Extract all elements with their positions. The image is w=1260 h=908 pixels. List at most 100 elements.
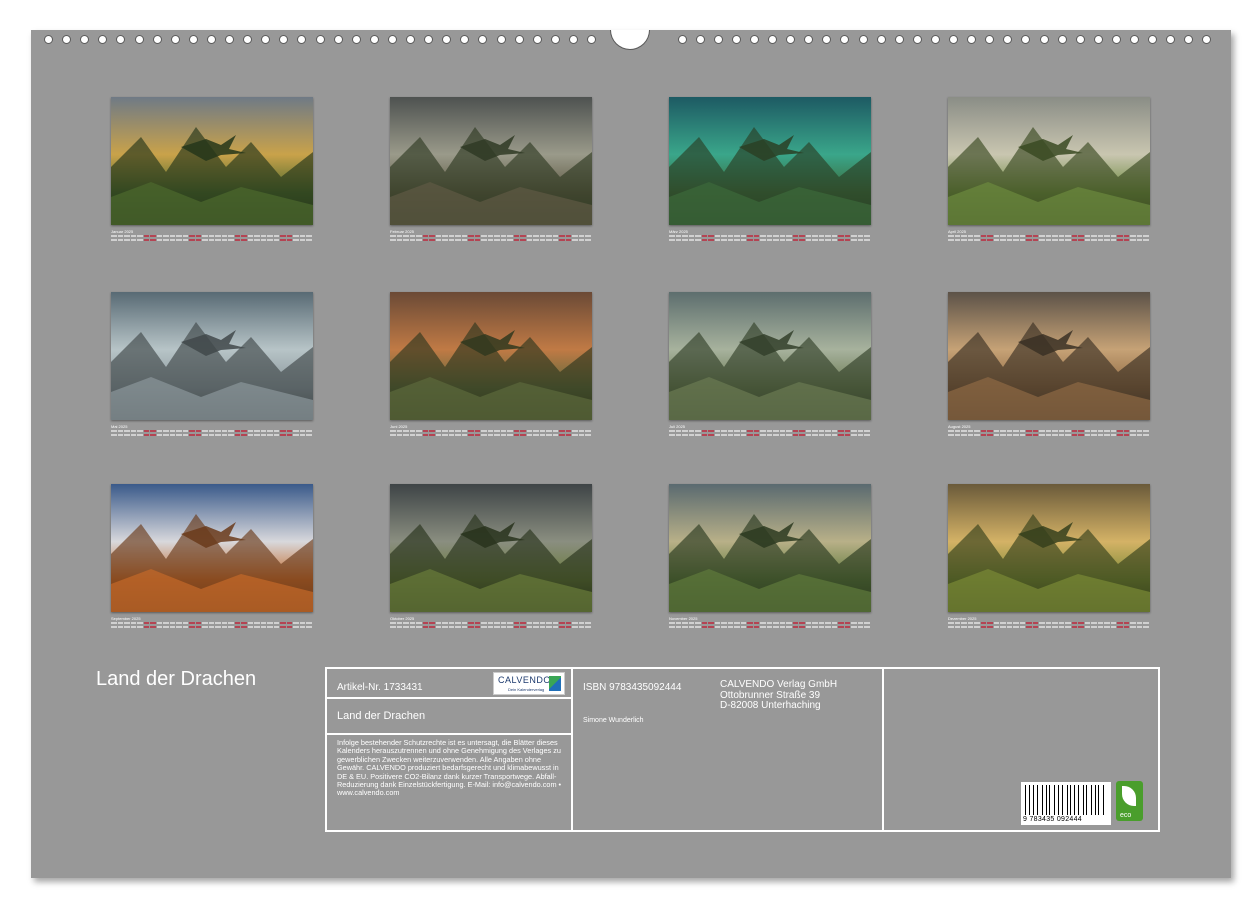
binding-hole [1184, 35, 1193, 44]
month-photo [948, 484, 1150, 612]
eco-badge: eco [1116, 781, 1143, 821]
day-row [390, 626, 592, 628]
binding-hole [460, 35, 469, 44]
month-1: Januar 2025 [111, 97, 313, 241]
publisher-city: D-82008 Unterhaching [720, 700, 821, 711]
day-row [390, 430, 592, 432]
binding-hole [533, 35, 542, 44]
binding-hole [135, 35, 144, 44]
day-row [669, 622, 871, 624]
binding-hole [931, 35, 940, 44]
binding-hole [1130, 35, 1139, 44]
month-name: Februar 2025 [390, 229, 415, 234]
month-photo [669, 292, 871, 420]
binding-hole [714, 35, 723, 44]
month-11: November 2025 [669, 484, 871, 628]
day-row [390, 239, 592, 241]
month-9: September 2025 [111, 484, 313, 628]
binding-hole [424, 35, 433, 44]
author: Simone Wunderlich [583, 717, 644, 724]
month-photo [111, 292, 313, 420]
day-row [669, 626, 871, 628]
day-row [948, 434, 1150, 436]
binding-hole [62, 35, 71, 44]
month-photo [390, 292, 592, 420]
month-4: April 2025 [948, 97, 1150, 241]
binding-hole [279, 35, 288, 44]
binding-hole [171, 35, 180, 44]
binding-hole [768, 35, 777, 44]
day-row [948, 239, 1150, 241]
binding-hole [678, 35, 687, 44]
divider [327, 733, 571, 735]
day-row [390, 622, 592, 624]
month-name: August 2025 [948, 424, 971, 429]
month-7: Juli 2025 [669, 292, 871, 436]
binding-hole [116, 35, 125, 44]
binding-hole [406, 35, 415, 44]
isbn: ISBN 9783435092444 [583, 682, 682, 693]
day-row [948, 622, 1150, 624]
day-row [111, 622, 313, 624]
month-photo [669, 97, 871, 225]
calendar-title: Land der Drachen [96, 668, 257, 690]
divider [882, 669, 884, 830]
binding-hole [352, 35, 361, 44]
month-photo [948, 292, 1150, 420]
month-name: Januar 2025 [111, 229, 134, 234]
binding-hole [1148, 35, 1157, 44]
legal-notice: Infolge bestehender Schutzrechte ist es … [337, 738, 562, 798]
binding-hole [750, 35, 759, 44]
leaf-icon [1122, 786, 1136, 806]
day-row [111, 626, 313, 628]
day-row [948, 430, 1150, 432]
month-name: Juli 2025 [669, 424, 686, 429]
barcode-number: 9 783435 092444 [1023, 816, 1082, 823]
month-photo [111, 97, 313, 225]
day-row [669, 239, 871, 241]
binding-hole [822, 35, 831, 44]
binding-hole [1076, 35, 1085, 44]
month-name: November 2025 [669, 616, 698, 621]
binding-hole [804, 35, 813, 44]
month-name: Mai 2025 [111, 424, 128, 429]
binding-hole [243, 35, 252, 44]
binding-hole [225, 35, 234, 44]
day-row [390, 235, 592, 237]
divider [327, 697, 571, 699]
binding-hole [895, 35, 904, 44]
month-2: Februar 2025 [390, 97, 592, 241]
month-10: Oktober 2025 [390, 484, 592, 628]
binding-hole [1202, 35, 1211, 44]
binding-hole [207, 35, 216, 44]
binding-hole [153, 35, 162, 44]
binding-hole [497, 35, 506, 44]
info-box: Artikel-Nr. 1733431 CALVENDO Dein Kalend… [325, 667, 1160, 832]
binding-hole [98, 35, 107, 44]
barcode-bars [1025, 785, 1107, 815]
article-number: Artikel-Nr. 1733431 [337, 682, 423, 693]
binding-hole [44, 35, 53, 44]
binding-hole [587, 35, 596, 44]
binding-hole [388, 35, 397, 44]
binding-hole [297, 35, 306, 44]
month-12: Dezember 2025 [948, 484, 1150, 628]
binding-hole [732, 35, 741, 44]
binding-hole [442, 35, 451, 44]
binding-hole [877, 35, 886, 44]
binding-hole [569, 35, 578, 44]
day-row [111, 235, 313, 237]
binding-hole [551, 35, 560, 44]
binding-hole [967, 35, 976, 44]
binding-hole [189, 35, 198, 44]
calvendo-mark-icon [549, 676, 561, 691]
binding-hole [913, 35, 922, 44]
logo-name: CALVENDO [498, 675, 551, 685]
month-6: Juni 2025 [390, 292, 592, 436]
divider [571, 669, 573, 830]
binding-hole [334, 35, 343, 44]
logo-tagline: Dein Kalenderverlag [508, 687, 545, 692]
calvendo-logo: CALVENDO Dein Kalenderverlag [493, 672, 565, 695]
binding-hole [478, 35, 487, 44]
binding-hole [80, 35, 89, 44]
